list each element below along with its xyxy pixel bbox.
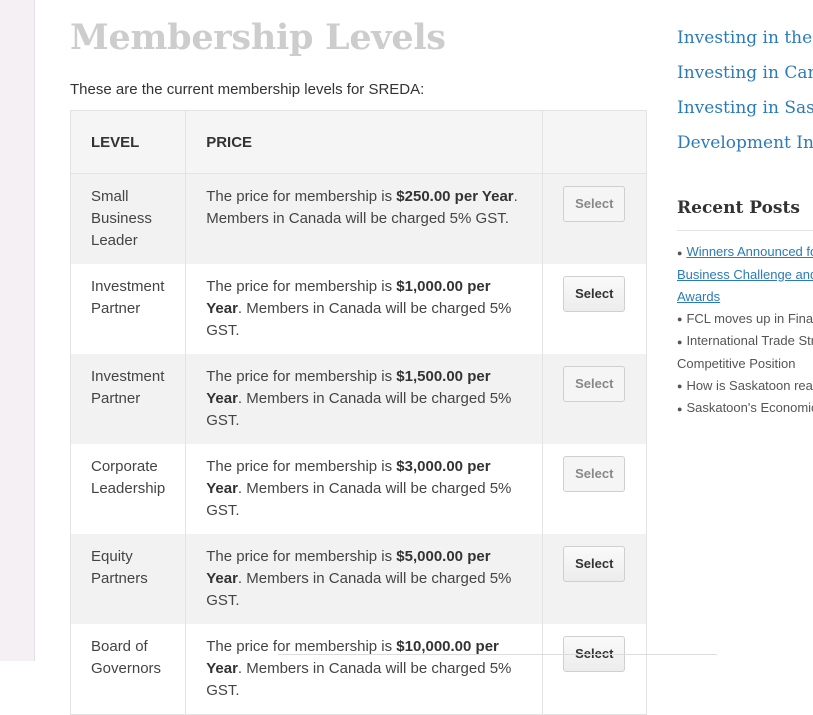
price-suffix: . Members in Canada will be charged 5% G…	[206, 300, 512, 339]
select-button[interactable]: Select	[563, 366, 626, 402]
action-cell: Select	[542, 264, 647, 354]
recent-post-text[interactable]: International Trade Strategy	[686, 333, 813, 348]
recent-post-item: ●International Trade Strategy	[677, 330, 813, 353]
recent-post-link[interactable]: Winners Announced for	[686, 244, 813, 259]
level-column-header: LEVEL	[69, 110, 187, 174]
main-content: Membership Levels These are the current …	[69, 0, 717, 715]
level-name: Board of Governors	[69, 624, 187, 715]
price-description: The price for membership is $5,000.00 pe…	[185, 534, 544, 624]
recent-posts-heading: Recent Posts	[677, 196, 813, 231]
action-column-header	[542, 110, 647, 174]
price-suffix: . Members in Canada will be charged 5% G…	[206, 390, 512, 429]
table-row: Investment Partner The price for membersh…	[69, 354, 647, 444]
sidebar-link-investing-canada[interactable]: Investing in Canada	[677, 61, 813, 96]
membership-levels-table: LEVEL PRICE Small Business Leader The pri…	[69, 110, 647, 715]
price-prefix: The price for membership is	[206, 188, 397, 205]
action-cell: Select	[542, 534, 647, 624]
price-prefix: The price for membership is	[206, 638, 397, 655]
sidebar: Investing in the Saskatoon Region Invest…	[677, 0, 813, 420]
price-prefix: The price for membership is	[206, 458, 397, 475]
recent-post-text[interactable]: Saskatoon's Economic	[686, 400, 813, 415]
price-prefix: The price for membership is	[206, 548, 397, 565]
price-suffix: . Members in Canada will be charged 5% G…	[206, 660, 512, 699]
bullet-icon: ●	[677, 314, 683, 325]
recent-post-item: ● How is Saskatoon ready	[677, 375, 813, 398]
table-row: Corporate Leadership The price for member…	[69, 444, 647, 534]
price-description: The price for membership is $250.00 per …	[185, 173, 544, 264]
level-name: Corporate Leadership	[69, 444, 187, 534]
price-description: The price for membership is $10,000.00 p…	[185, 624, 544, 715]
table-header-row: LEVEL PRICE	[69, 110, 647, 174]
level-name: Equity Partners	[69, 534, 187, 624]
price-description: The price for membership is $1,500.00 pe…	[185, 354, 544, 444]
divider	[278, 654, 717, 655]
price-column-header: PRICE	[185, 110, 544, 174]
recent-post-text[interactable]: Competitive Position	[677, 356, 796, 371]
recent-post-item: Business Challenge and	[677, 264, 813, 286]
sidebar-link-investing-saskatoon[interactable]: Investing in Saskatoon	[677, 96, 813, 131]
table-row: Small Business Leader The price for membe…	[69, 173, 647, 264]
table-row: Board of Governors The price for membersh…	[69, 624, 647, 715]
recent-post-item: Awards	[677, 286, 813, 308]
price-description: The price for membership is $3,000.00 pe…	[185, 444, 544, 534]
action-cell: Select	[542, 444, 647, 534]
recent-post-item: Competitive Position	[677, 353, 813, 375]
recent-post-text[interactable]: How is Saskatoon ready	[686, 378, 813, 393]
bullet-icon: ●	[677, 247, 683, 258]
price-prefix: The price for membership is	[206, 368, 397, 385]
price-suffix: . Members in Canada will be charged 5% G…	[206, 570, 512, 609]
level-name: Investment Partner	[69, 264, 187, 354]
bullet-icon: ●	[677, 403, 683, 414]
level-name: Small Business Leader	[69, 173, 187, 264]
sidebar-links: Investing in the Saskatoon Region Invest…	[677, 26, 813, 166]
recent-post-item: ●FCL moves up in Financial	[677, 308, 813, 331]
bullet-icon: ●	[677, 336, 683, 347]
intro-text: These are the current membership levels …	[70, 81, 425, 98]
recent-post-item: ● Saskatoon's Economic	[677, 397, 813, 420]
sidebar-link-development-incentives[interactable]: Development Incentives	[677, 131, 813, 166]
page-title: Membership Levels	[70, 17, 446, 58]
price-description: The price for membership is $1,000.00 pe…	[185, 264, 544, 354]
recent-post-link[interactable]: Awards	[677, 289, 720, 304]
left-rail	[0, 0, 35, 661]
select-button[interactable]: Select	[563, 546, 626, 582]
price-amount: $250.00 per Year	[396, 188, 514, 205]
action-cell: Select	[542, 173, 647, 264]
level-name: Investment Partner	[69, 354, 187, 444]
recent-posts-list: ● Winners Announced for Business Challenge…	[677, 241, 813, 420]
table-row: Equity Partners The price for membership …	[69, 534, 647, 624]
recent-post-item: ● Winners Announced for	[677, 241, 813, 264]
recent-post-link[interactable]: Business Challenge and	[677, 267, 813, 282]
recent-post-text[interactable]: FCL moves up in Financial	[686, 311, 813, 326]
price-prefix: The price for membership is	[206, 278, 397, 295]
select-button[interactable]: Select	[563, 456, 626, 492]
sidebar-link-investing-region[interactable]: Investing in the Saskatoon Region	[677, 26, 813, 61]
action-cell: Select	[542, 624, 647, 715]
price-suffix: . Members in Canada will be charged 5% G…	[206, 480, 512, 519]
bullet-icon: ●	[677, 381, 683, 392]
action-cell: Select	[542, 354, 647, 444]
select-button[interactable]: Select	[563, 276, 626, 312]
table-row: Investment Partner The price for membersh…	[69, 264, 647, 354]
select-button[interactable]: Select	[563, 186, 626, 222]
